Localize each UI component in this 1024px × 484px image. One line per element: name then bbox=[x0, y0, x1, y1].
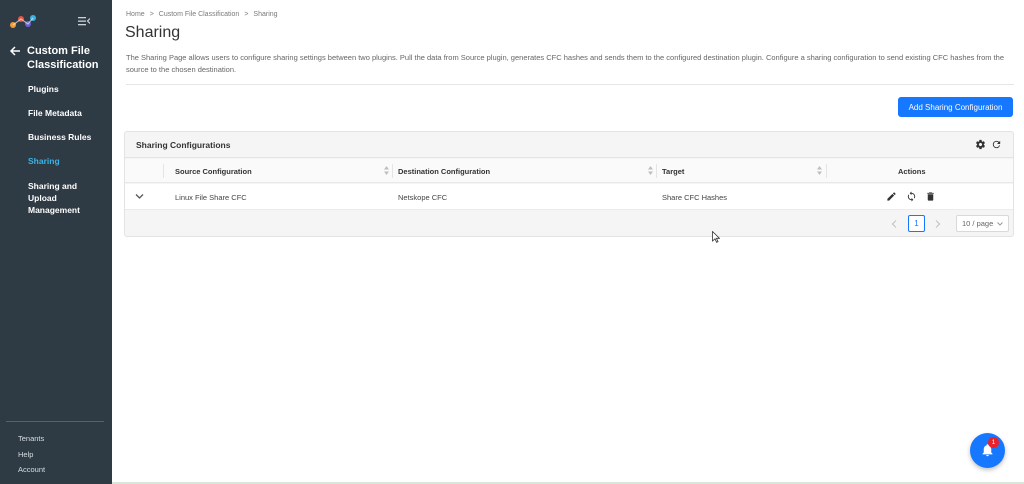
cell-target: Share CFC Hashes bbox=[662, 193, 728, 202]
sidebar-item-sharing[interactable]: Sharing bbox=[0, 156, 112, 167]
gear-icon[interactable] bbox=[975, 139, 986, 150]
mouse-cursor-icon bbox=[712, 231, 720, 243]
sort-icon[interactable] bbox=[817, 166, 822, 175]
column-source-configuration[interactable]: Source Configuration bbox=[175, 167, 252, 176]
delete-icon[interactable] bbox=[925, 191, 936, 202]
edit-icon[interactable] bbox=[886, 191, 897, 202]
page-description: The Sharing Page allows users to configu… bbox=[126, 53, 1005, 74]
sharing-configurations-card: Sharing Configurations Source Configurat… bbox=[124, 131, 1014, 237]
column-separator bbox=[656, 164, 657, 178]
breadcrumb-cfc[interactable]: Custom File Classification bbox=[159, 11, 240, 18]
chevron-down-icon bbox=[997, 222, 1003, 226]
notifications-button[interactable]: 1 bbox=[970, 433, 1005, 468]
sidebar-item-file-metadata[interactable]: File Metadata bbox=[0, 108, 112, 119]
page-size-value: 10 / page bbox=[962, 219, 994, 228]
logo-icon[interactable] bbox=[9, 14, 37, 30]
column-actions: Actions bbox=[898, 167, 926, 176]
breadcrumb-home[interactable]: Home bbox=[126, 11, 145, 18]
breadcrumb-separator: > bbox=[244, 11, 249, 18]
collapse-menu-icon[interactable] bbox=[78, 16, 90, 26]
cell-destination: Netskope CFC bbox=[398, 193, 448, 202]
table-row: Linux File Share CFC Netskope CFC Share … bbox=[125, 184, 1013, 210]
sidebar-divider bbox=[6, 421, 104, 422]
add-sharing-configuration-button[interactable]: Add Sharing Configuration bbox=[898, 97, 1013, 117]
sidebar-item-sharing-upload-management[interactable]: Sharing and Upload Management bbox=[0, 180, 100, 216]
notification-count-badge: 1 bbox=[988, 437, 999, 448]
column-separator bbox=[826, 164, 827, 178]
sidebar: Custom File Classification Plugins File … bbox=[0, 0, 112, 484]
tenants-link[interactable]: Tenants bbox=[18, 431, 45, 447]
sidebar-nav: Plugins File Metadata Business Rules Sha… bbox=[0, 82, 112, 216]
cell-source: Linux File Share CFC bbox=[175, 193, 247, 202]
sidebar-item-business-rules[interactable]: Business Rules bbox=[0, 132, 112, 143]
card-title: Sharing Configurations bbox=[136, 140, 231, 150]
page-size-select[interactable]: 10 / page bbox=[956, 215, 1009, 232]
main-content: Home > Custom File Classification > Shar… bbox=[112, 0, 1024, 484]
sort-icon[interactable] bbox=[648, 166, 653, 175]
sort-icon[interactable] bbox=[384, 166, 389, 175]
sidebar-item-plugins[interactable]: Plugins bbox=[0, 84, 112, 95]
sync-icon[interactable] bbox=[906, 191, 917, 202]
chevron-left-icon[interactable] bbox=[891, 220, 897, 228]
column-separator bbox=[392, 164, 393, 178]
back-arrow-icon[interactable] bbox=[9, 45, 21, 57]
chevron-right-icon[interactable] bbox=[935, 220, 941, 228]
section-title: Custom File Classification bbox=[27, 45, 99, 71]
breadcrumb-separator: > bbox=[149, 11, 154, 18]
refresh-icon[interactable] bbox=[991, 139, 1002, 150]
breadcrumb: Home > Custom File Classification > Shar… bbox=[126, 11, 278, 18]
table-header: Source Configuration Destination Configu… bbox=[125, 159, 1013, 183]
page-number-current[interactable]: 1 bbox=[908, 215, 925, 232]
divider bbox=[126, 84, 1014, 85]
help-link[interactable]: Help bbox=[18, 447, 45, 463]
sidebar-bottom-links: Tenants Help Account bbox=[18, 431, 45, 478]
column-separator bbox=[163, 164, 164, 178]
column-destination-configuration[interactable]: Destination Configuration bbox=[398, 167, 490, 176]
card-header: Sharing Configurations bbox=[125, 132, 1013, 158]
account-link[interactable]: Account bbox=[18, 462, 45, 478]
page-title: Sharing bbox=[125, 24, 181, 41]
breadcrumb-current: Sharing bbox=[253, 11, 278, 18]
chevron-down-icon[interactable] bbox=[135, 193, 144, 200]
column-target[interactable]: Target bbox=[662, 167, 684, 176]
pagination: 1 10 / page bbox=[125, 211, 1013, 237]
